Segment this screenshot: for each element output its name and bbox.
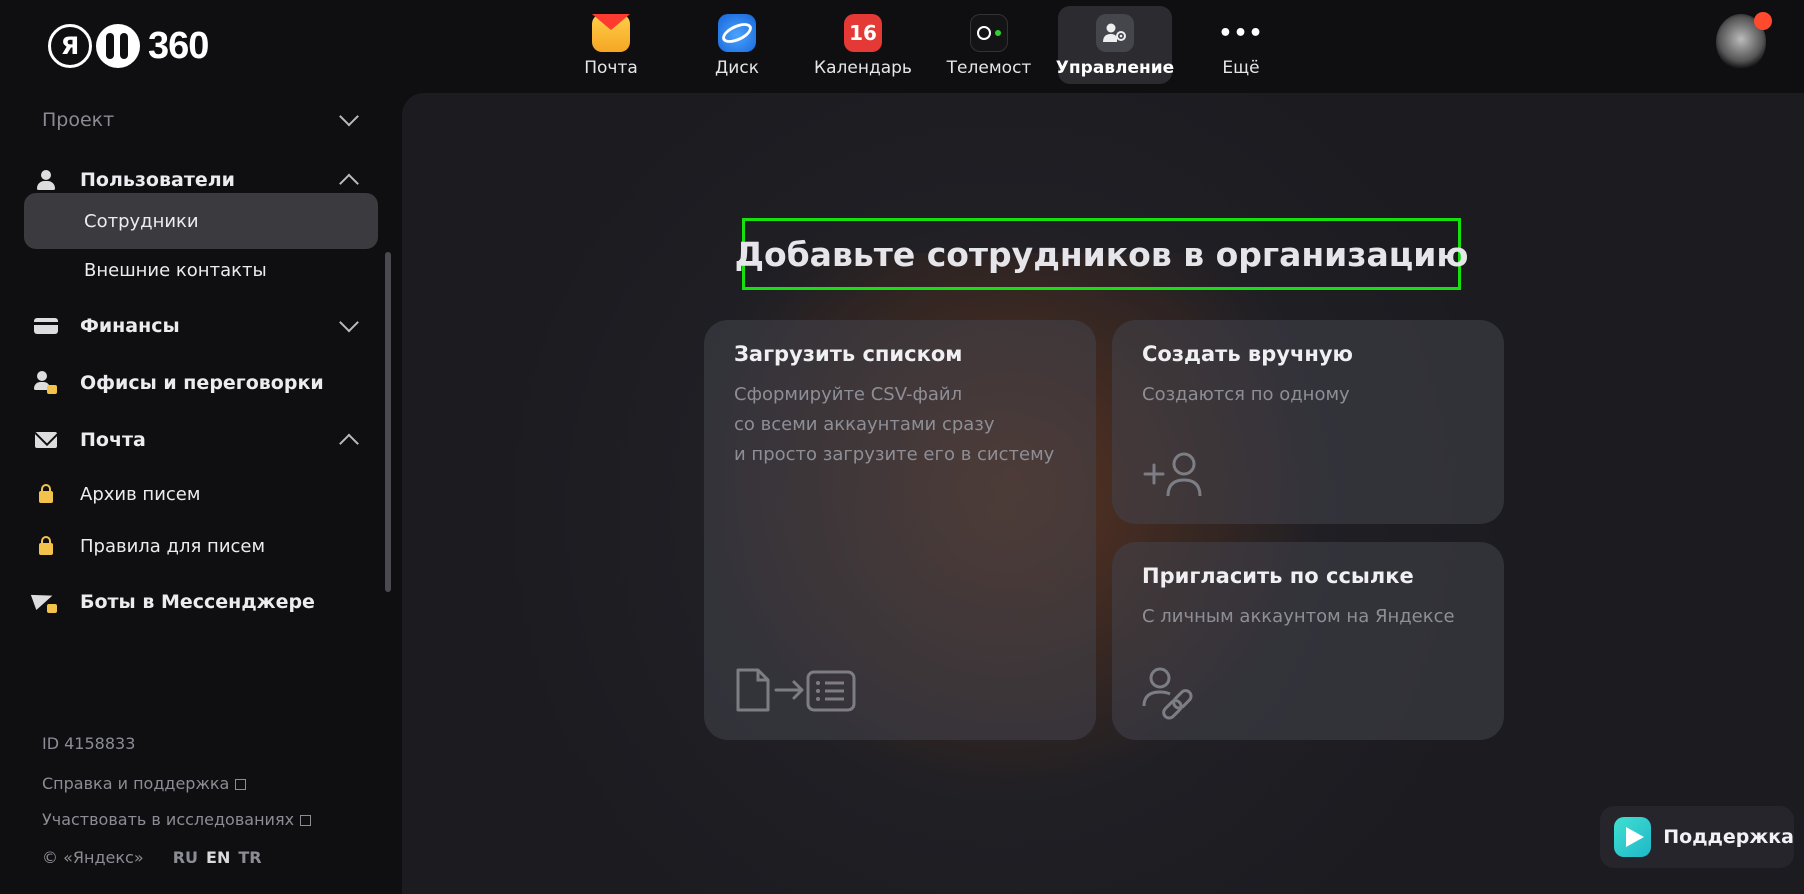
sidebar-item-mail-label: Почта — [80, 429, 146, 451]
add-user-icon — [1143, 452, 1202, 497]
language-switcher: RU EN TR — [165, 848, 262, 867]
office-locked-icon — [28, 371, 64, 395]
research-link[interactable]: Участвовать в исследованиях — [42, 810, 312, 829]
app-mail-label: Почта — [584, 58, 638, 78]
sidebar-item-external-contacts[interactable]: Внешние контакты — [24, 242, 378, 298]
create-manually-card[interactable]: Создать вручную Создаются по одному — [1112, 320, 1504, 524]
support-button[interactable]: Поддержка — [1600, 806, 1794, 868]
logo-ya-mark: Я — [48, 24, 92, 68]
sidebar-item-offices-label: Офисы и переговорки — [80, 372, 324, 394]
chevron-up-icon — [339, 433, 359, 454]
invite-by-link-description: С личным аккаунтом на Яндексе — [1142, 606, 1455, 627]
footer-bottom: © «Яндекс» RU EN TR — [42, 848, 262, 867]
org-id-text: ID 4158833 — [42, 734, 136, 753]
sidebar-item-finance-label: Финансы — [80, 315, 180, 337]
sidebar-item-mail-rules-label: Правила для писем — [80, 535, 266, 557]
app-switcher: Почта Диск 16 Календарь Телемост Управле… — [548, 6, 1304, 84]
app-calendar-label: Календарь — [814, 58, 912, 78]
invite-by-link-card[interactable]: Пригласить по ссылке С личным аккаунтом … — [1112, 542, 1504, 740]
person-icon — [28, 170, 64, 190]
sidebar-item-users-label: Пользователи — [80, 169, 235, 191]
chevron-down-icon — [339, 106, 359, 127]
app-admin-label: Управление — [1055, 58, 1175, 78]
sidebar-item-project[interactable]: Проект — [24, 92, 378, 148]
chevron-up-icon — [339, 173, 359, 194]
card-icon — [28, 318, 64, 334]
upload-list-desc-line-1: Сформируйте CSV-файл — [734, 384, 963, 405]
upload-list-card[interactable]: Загрузить списком Сформируйте CSV-файл с… — [704, 320, 1096, 740]
disk-icon — [718, 14, 756, 52]
invite-by-link-title: Пригласить по ссылке — [1142, 564, 1414, 588]
app-disk[interactable]: Диск — [674, 6, 800, 84]
app-admin[interactable]: Управление — [1055, 6, 1175, 84]
support-icon — [1614, 817, 1652, 857]
file-import-icon — [736, 668, 856, 712]
user-link-icon — [1142, 667, 1193, 720]
lang-tr[interactable]: TR — [238, 848, 261, 867]
lang-ru[interactable]: RU — [173, 848, 198, 867]
logo-360-mark — [96, 24, 140, 68]
create-manually-description: Создаются по одному — [1142, 384, 1350, 405]
external-link-icon — [235, 779, 247, 790]
envelope-icon — [28, 432, 64, 448]
admin-icon — [1096, 14, 1134, 52]
mail-icon — [592, 14, 630, 52]
app-mail[interactable]: Почта — [548, 6, 674, 84]
admin-gear-person-icon — [1103, 23, 1126, 42]
sidebar-item-bots[interactable]: Боты в Мессенджере — [24, 574, 378, 630]
sidebar-item-mail-rules[interactable]: Правила для писем — [24, 518, 378, 574]
app-disk-label: Диск — [715, 58, 759, 78]
copyright: © «Яндекс» — [42, 848, 144, 867]
sidebar-item-finance[interactable]: Финансы — [24, 298, 378, 354]
sidebar-item-employees[interactable]: Сотрудники — [24, 193, 378, 249]
sidebar-item-mail-archive[interactable]: Архив писем — [24, 466, 378, 522]
main-panel: Добавьте сотрудников в организацию Загру… — [402, 93, 1804, 894]
page-title: Добавьте сотрудников в организацию — [734, 234, 1469, 274]
external-link-icon — [300, 815, 312, 826]
telemost-dot — [995, 30, 1001, 36]
support-label: Поддержка — [1663, 826, 1794, 848]
lang-en[interactable]: EN — [206, 848, 230, 867]
sidebar-item-mail[interactable]: Почта — [24, 412, 378, 468]
app-telemost[interactable]: Телемост — [926, 6, 1052, 84]
sidebar: Проект Пользователи Сотрудники Внешние к… — [0, 92, 392, 894]
help-link[interactable]: Справка и поддержка — [42, 774, 247, 793]
sidebar-item-external-contacts-label: Внешние контакты — [84, 259, 267, 281]
upload-list-desc-line-3: и просто загрузите его в систему — [734, 444, 1055, 465]
lock-icon — [28, 484, 64, 503]
yandex-360-logo[interactable]: Я 360 — [48, 24, 209, 68]
lock-icon — [28, 536, 64, 555]
sidebar-item-mail-archive-label: Архив писем — [80, 483, 201, 505]
sidebar-item-bots-label: Боты в Мессенджере — [80, 591, 315, 613]
create-manually-title: Создать вручную — [1142, 342, 1353, 366]
bot-locked-icon — [28, 588, 64, 613]
telemost-icon — [970, 14, 1008, 52]
telemost-ring — [977, 26, 991, 40]
org-id: ID 4158833 — [42, 734, 135, 753]
app-calendar[interactable]: 16 Календарь — [800, 6, 926, 84]
research-link-label: Участвовать в исследованиях — [42, 810, 295, 829]
sidebar-scrollbar[interactable] — [385, 252, 391, 592]
chevron-down-icon — [339, 312, 359, 333]
sidebar-item-project-label: Проект — [42, 109, 115, 131]
notification-dot — [1754, 12, 1772, 30]
help-link-label: Справка и поддержка — [42, 774, 230, 793]
app-telemost-label: Телемост — [946, 58, 1032, 78]
sidebar-item-offices[interactable]: Офисы и переговорки — [24, 355, 378, 411]
app-more-label: Ещё — [1222, 58, 1260, 78]
calendar-icon: 16 — [844, 14, 882, 52]
app-more[interactable]: ••• Ещё — [1178, 6, 1304, 84]
logo-360-text: 360 — [148, 24, 209, 67]
sidebar-item-employees-label: Сотрудники — [84, 210, 199, 232]
upload-list-title: Загрузить списком — [734, 342, 963, 366]
upload-list-description: Сформируйте CSV-файл со всеми аккаунтами… — [734, 380, 1066, 470]
headline-highlight: Добавьте сотрудников в организацию — [735, 218, 1468, 290]
upload-list-desc-line-2: со всеми аккаунтами сразу — [734, 414, 995, 435]
more-icon: ••• — [1218, 20, 1264, 46]
